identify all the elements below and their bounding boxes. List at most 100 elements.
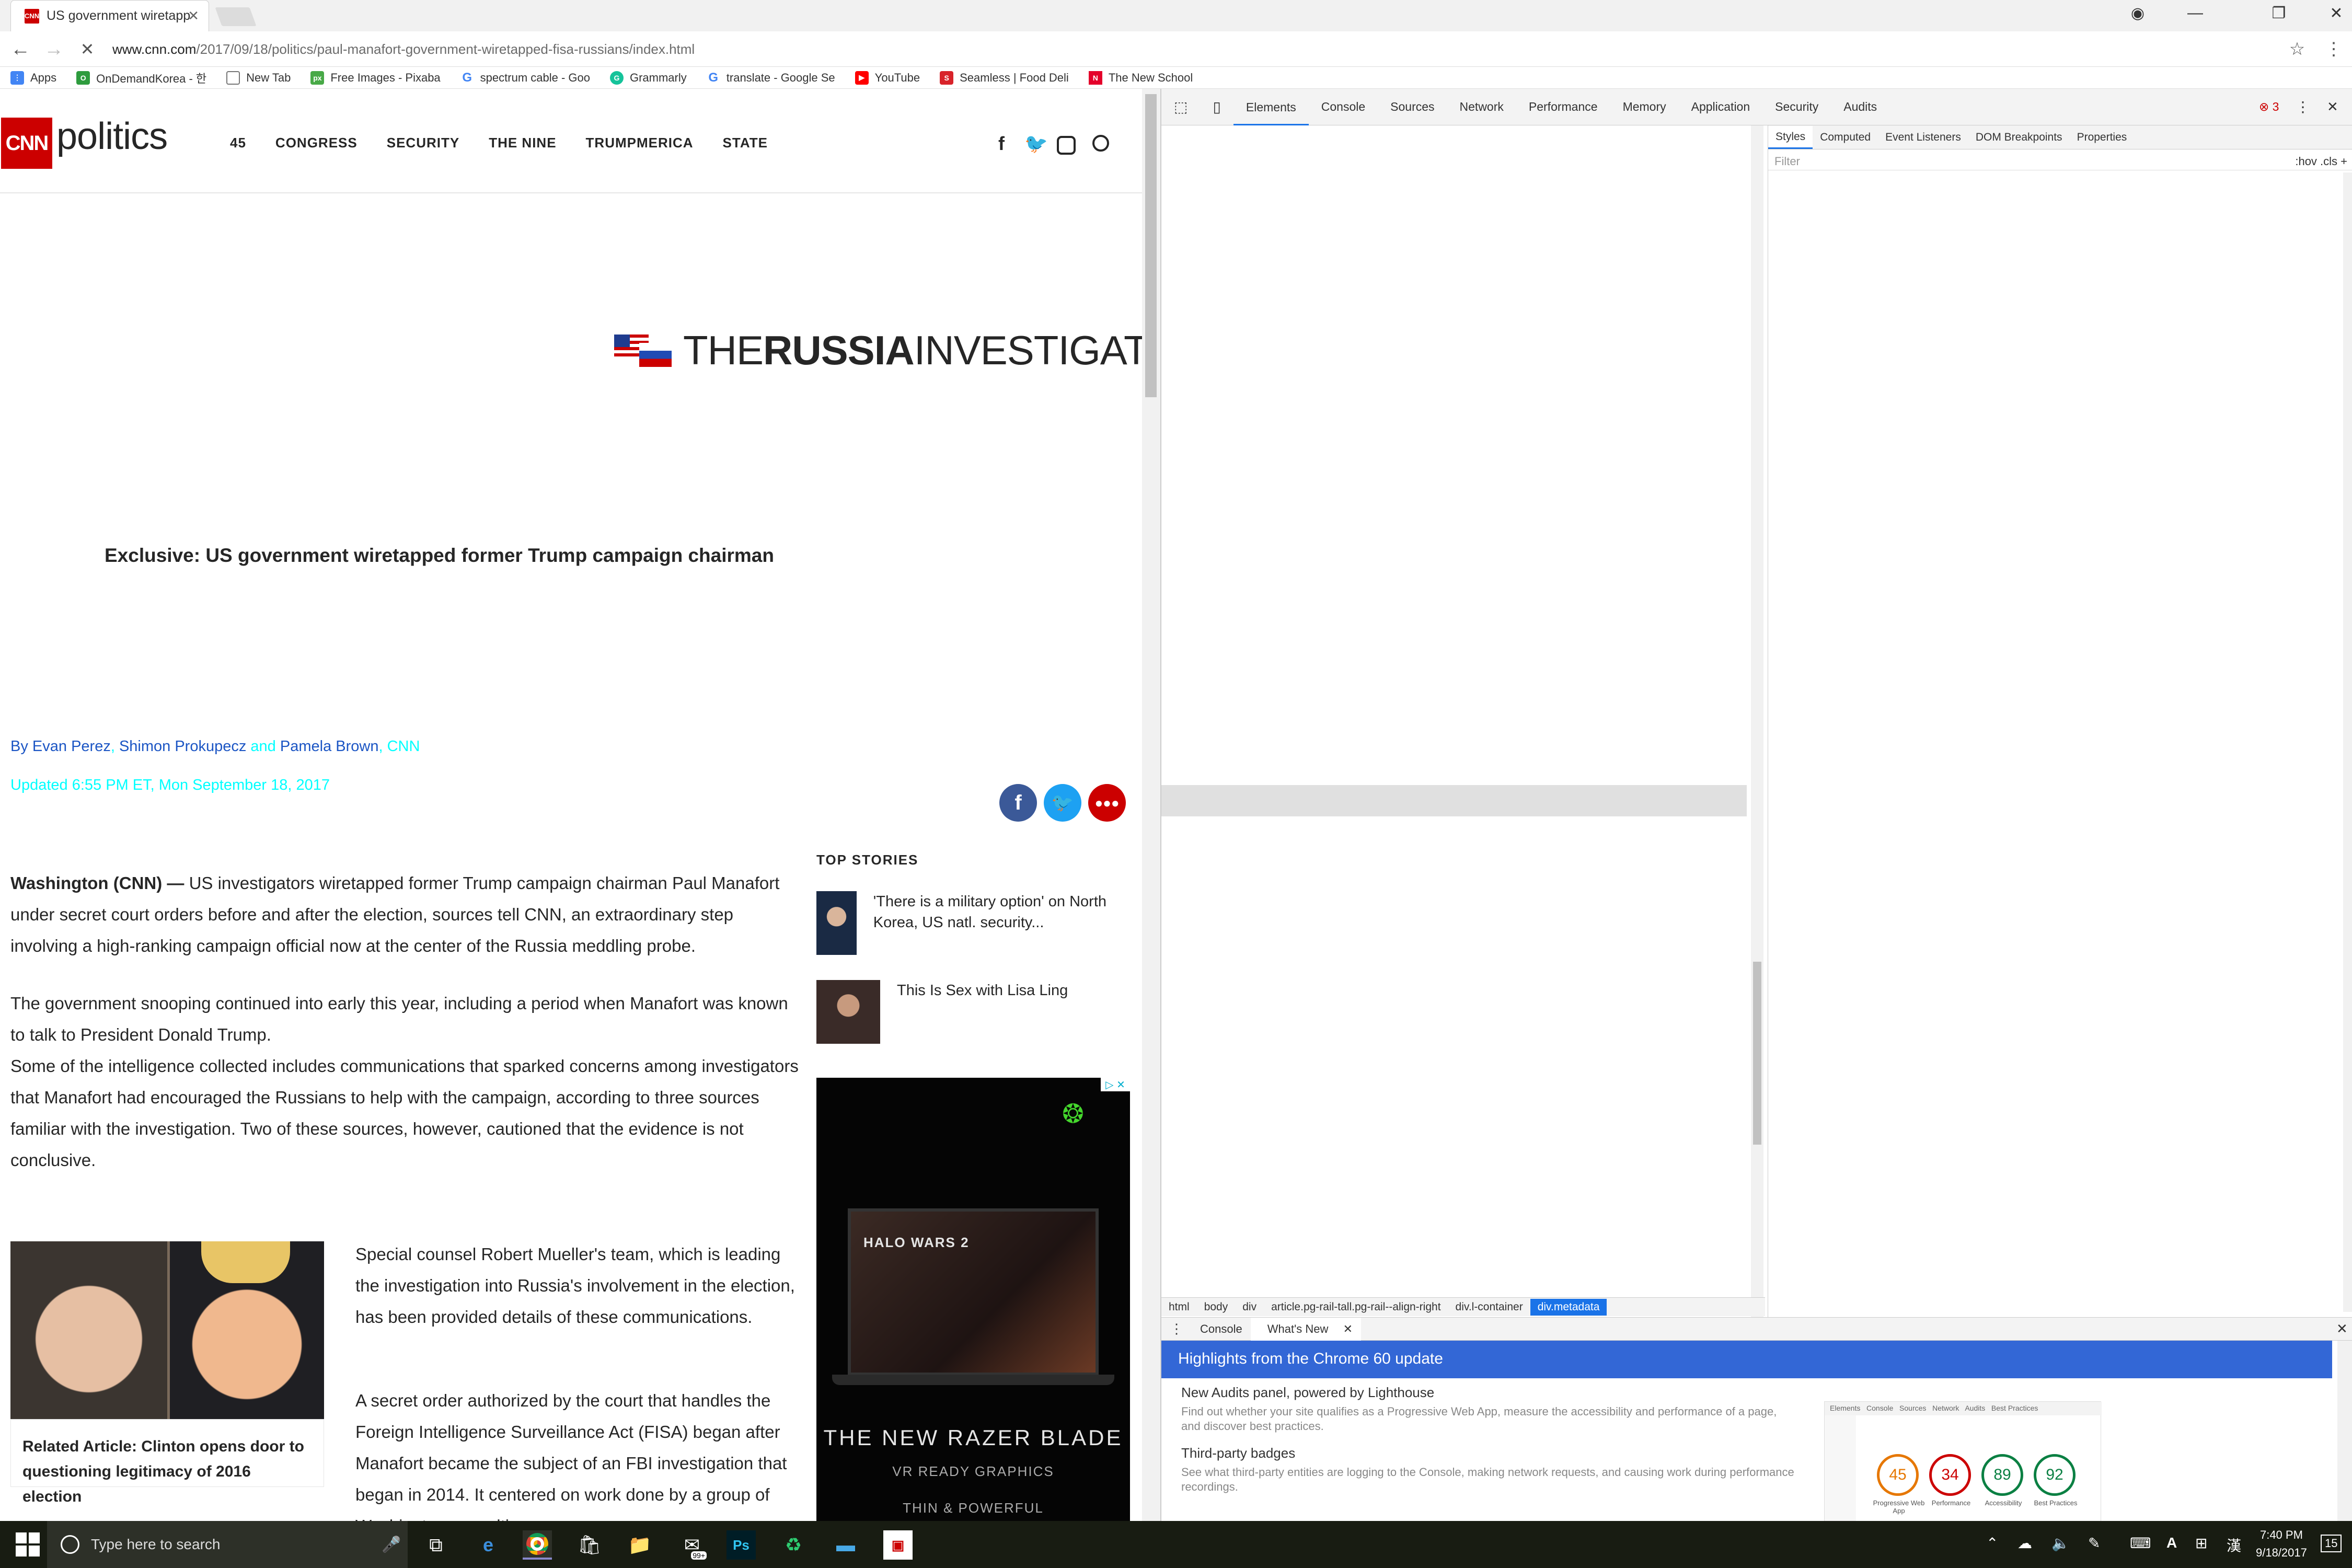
keyboard-icon[interactable]: ⌨ [2130,1535,2151,1552]
tray-chevron-icon[interactable]: ⌃ [1986,1535,1998,1552]
tab-network[interactable]: Network [1447,100,1516,114]
nav-security[interactable]: SECURITY [387,135,459,151]
restore-button[interactable]: ❐ [2253,0,2305,26]
volume-icon[interactable]: 🔈 [2051,1535,2070,1552]
cnn-logo[interactable]: CNN [1,118,52,169]
photoshop-icon[interactable]: Ps [727,1530,756,1560]
devtools-close-icon[interactable]: ✕ [2327,99,2338,115]
store-icon[interactable]: 🛍 [575,1530,604,1560]
author-link[interactable]: Shimon Prokupecz [119,738,246,755]
app-icon[interactable]: ▣ [883,1530,913,1560]
russia-investigation-banner[interactable]: THERUSSIAINVESTIGATION [614,327,1142,374]
drawer-tab-whats-new[interactable]: What's New ✕ [1250,1317,1362,1341]
tab-properties[interactable]: Properties [2070,130,2135,145]
nav-state[interactable]: STATE [723,135,768,151]
bookmark-new-tab[interactable]: New Tab [226,71,291,85]
tab-sources[interactable]: Sources [1378,100,1447,114]
notifications-icon[interactable]: 15 [2321,1535,2342,1552]
microphone-icon[interactable]: 🎤 [382,1536,401,1554]
bookmark-youtube[interactable]: ▶ YouTube [855,71,920,85]
page-scrollbar[interactable] [1142,89,1160,1521]
tab-memory[interactable]: Memory [1610,100,1679,114]
facebook-icon[interactable]: f [998,133,1005,155]
author-link[interactable]: Evan Perez [32,738,111,755]
mail-icon[interactable]: ✉ 99+ [677,1530,707,1560]
whats-new-title[interactable]: Third-party badges [1181,1445,1295,1461]
error-badge[interactable]: ⊗ 3 [2259,100,2279,114]
crumb-article[interactable]: article.pg-rail-tall.pg-rail--align-righ… [1264,1301,1448,1313]
bookmark-translate[interactable]: Gtranslate - Google Se [706,71,835,85]
drawer-tab-console[interactable]: Console [1192,1322,1251,1336]
nav-45[interactable]: 45 [230,135,246,151]
profile-icon[interactable]: ◉ [2112,0,2164,26]
tab-event-listeners[interactable]: Event Listeners [1878,130,1968,145]
language-icon[interactable]: 漢 [2227,1535,2241,1555]
drawer-close-icon[interactable]: ✕ [2328,1321,2352,1337]
tab-security[interactable]: Security [1762,100,1831,114]
top-story-item[interactable]: 'There is a military option' on North Ko… [816,891,1130,955]
bookmark-apps[interactable]: ⋮ Apps [10,71,56,85]
instagram-icon[interactable] [1057,136,1076,155]
stop-icon[interactable]: ✕ [74,38,100,61]
scrollbar-thumb[interactable] [1753,962,1761,1145]
search-icon[interactable] [1092,135,1109,152]
styles-scrollbar[interactable] [2343,172,2352,1312]
elements-scrollbar[interactable] [1751,125,1763,1328]
author-link[interactable]: Pamela Brown [280,738,379,755]
edge-icon[interactable]: e [474,1530,503,1560]
bookmark-new-school[interactable]: N The New School [1088,71,1193,85]
minimize-button[interactable]: — [2169,0,2221,26]
devtools-menu-icon[interactable]: ⋮ [2296,98,2310,116]
crumb-div[interactable]: div [1235,1301,1264,1313]
input-language-icon[interactable]: A [2166,1535,2177,1551]
close-window-button[interactable]: ✕ [2310,0,2352,26]
tab-computed[interactable]: Computed [1813,130,1878,145]
chrome-icon[interactable] [523,1530,552,1560]
razer-advertisement[interactable]: ▷ ✕ ❂ HALO WARS 2 THE NEW RAZER BLADE VR… [816,1078,1130,1521]
bookmark-seamless[interactable]: S Seamless | Food Deli [940,71,1069,85]
drawer-scrollbar[interactable] [2337,1341,2352,1521]
file-explorer-icon[interactable]: 📁 [625,1530,654,1560]
drawer-menu-icon[interactable]: ⋮ [1161,1321,1192,1337]
menu-icon[interactable]: ⋮ [2321,38,2347,61]
crumb-metadata[interactable]: div.metadata [1530,1298,1607,1316]
related-article-caption[interactable]: Related Article: Clinton opens door to q… [10,1419,324,1505]
politics-section-title[interactable]: politics [56,115,168,158]
bookmark-spectrum[interactable]: Gspectrum cable - Goo [460,71,590,85]
greenshot-icon[interactable]: ♻ [779,1530,808,1560]
inspect-icon[interactable]: ⬚ [1161,98,1200,116]
ad-choices-icon[interactable]: ▷ ✕ [1101,1078,1130,1091]
whats-new-title[interactable]: New Audits panel, powered by Lighthouse [1181,1385,1434,1401]
pen-icon[interactable]: ✎ [2088,1535,2100,1552]
crumb-html[interactable]: html [1161,1301,1197,1313]
twitter-icon[interactable]: 🐦 [1024,133,1048,155]
tab-close-icon[interactable]: ✕ [188,8,199,24]
scrollbar-thumb[interactable] [1145,94,1157,397]
tab-performance[interactable]: Performance [1516,100,1610,114]
share-twitter-icon[interactable]: 🐦 [1044,784,1081,822]
tab-console[interactable]: Console [1309,100,1378,114]
bookmark-grammarly[interactable]: G Grammarly [609,71,687,85]
taskbar-clock[interactable]: 7:40 PM 9/18/2017 [2256,1526,2307,1562]
tab-audits[interactable]: Audits [1831,100,1889,114]
url-field[interactable]: www.cnn.com/2017/09/18/politics/paul-man… [112,38,2302,61]
tab-styles[interactable]: Styles [1768,125,1813,149]
forward-icon[interactable]: → [41,38,67,61]
styles-filter-input[interactable]: Filter:hov .cls + [1768,149,2352,170]
back-icon[interactable]: ← [7,38,33,61]
taskbar-search-box[interactable]: Type here to search 🎤 [47,1521,408,1568]
browser-tab[interactable]: CNN US government wiretapp ✕ [10,0,209,31]
tab-dom-breakpoints[interactable]: DOM Breakpoints [1968,130,2070,145]
new-tab-button[interactable] [215,7,257,26]
task-view-icon[interactable]: ⧉ [421,1530,451,1560]
windows-start-icon[interactable] [16,1532,40,1557]
nav-trumpmerica[interactable]: TRUMPMERICA [586,135,694,151]
crumb-body[interactable]: body [1197,1301,1236,1313]
top-story-item[interactable]: This Is Sex with Lisa Ling [816,980,1130,1044]
nav-the-nine[interactable]: THE NINE [489,135,556,151]
share-more-icon[interactable]: ●●● [1088,784,1126,822]
bookmark-star-icon[interactable]: ☆ [2284,38,2310,61]
tab-elements[interactable]: Elements [1233,89,1309,125]
device-toolbar-icon[interactable]: ▯ [1200,98,1233,116]
elements-dom-tree[interactable] [1161,125,1765,1328]
